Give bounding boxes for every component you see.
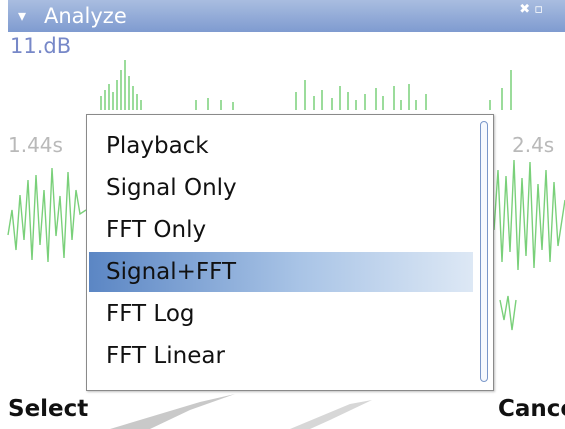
time-end-label: 2.4s xyxy=(512,133,555,157)
select-softkey[interactable]: Select xyxy=(8,396,88,422)
menu-item-fft-only[interactable]: FFT Only xyxy=(89,210,473,250)
menu-item-fft-log[interactable]: FFT Log xyxy=(89,294,473,334)
fft-spikes xyxy=(100,60,512,110)
menu-item-fft-linear[interactable]: FFT Linear xyxy=(89,336,473,376)
cancel-softkey[interactable]: Cancel xyxy=(498,396,565,422)
signal-left xyxy=(7,167,87,263)
time-start-label: 1.44s xyxy=(8,133,63,157)
menu-scrollbar[interactable] xyxy=(480,121,488,382)
menu-item-signal-only[interactable]: Signal Only xyxy=(89,168,473,208)
menu-item-signal-fft[interactable]: Signal+FFT xyxy=(89,252,473,292)
signal-right xyxy=(493,159,565,271)
signal-bottom xyxy=(499,295,517,331)
display-mode-menu: Playback Signal Only FFT Only Signal+FFT… xyxy=(86,114,494,391)
menu-item-playback[interactable]: Playback xyxy=(89,126,473,166)
level-label: 11.dB xyxy=(10,34,72,58)
